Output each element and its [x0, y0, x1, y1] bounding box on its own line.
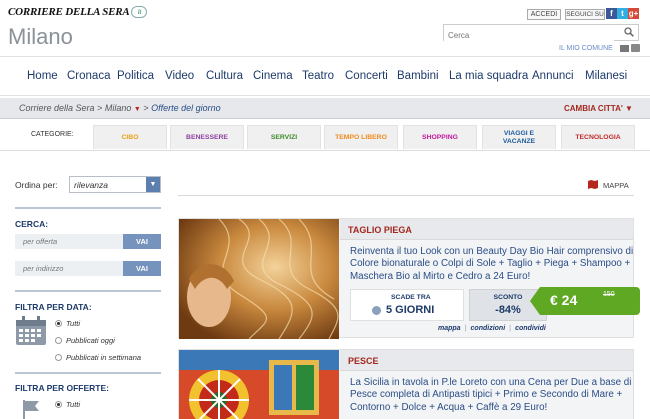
radio-pubblicati-oggi[interactable]: Pubblicati oggi: [55, 336, 115, 345]
category-bar: CATEGORIE: CIBO BENESSERE SERVIZI TEMPO LIB…: [0, 121, 650, 151]
nav-politica[interactable]: Politica: [117, 70, 154, 82]
offerta-input[interactable]: [15, 234, 123, 249]
filtra-offerte-heading: FILTRA PER OFFERTE:: [15, 383, 109, 393]
search-box: [443, 24, 639, 43]
scade-box: SCADE TRA 5 GIORNI: [350, 289, 464, 321]
breadcrumb-corriere[interactable]: Corriere della Sera: [19, 103, 95, 113]
offer-image-sicily[interactable]: [179, 350, 339, 419]
main-nav: Home Cronaca Politica Video Cultura Cine…: [0, 56, 650, 96]
vai-button[interactable]: VAI: [123, 261, 161, 276]
card-links: mappa | condizioni | condividi: [438, 325, 546, 332]
sort-select[interactable]: rilevanza ▼: [69, 176, 161, 193]
nav-home[interactable]: Home: [27, 70, 58, 82]
page: CORRIERE DELLA SERA it Milano ACCEDI SEG…: [0, 0, 650, 419]
mappa-link[interactable]: MAPPA: [603, 181, 629, 190]
search-icon[interactable]: [624, 27, 634, 37]
radio-dot[interactable]: [55, 354, 62, 361]
vai-button[interactable]: VAI: [123, 234, 161, 249]
facebook-icon[interactable]: f: [606, 8, 617, 19]
indirizzo-input[interactable]: [15, 261, 123, 276]
radio-dot[interactable]: [55, 320, 62, 327]
calendar-icon: [16, 316, 46, 345]
sort-label: Ordina per:: [15, 180, 58, 190]
price-tip: [530, 287, 540, 315]
category-tab-tecnologia[interactable]: TECNOLOGIA: [561, 125, 635, 149]
cerca-heading: CERCA:: [15, 219, 49, 229]
radio-pubblicati-settimana[interactable]: Pubblicati in settimana: [55, 353, 141, 362]
nav-video[interactable]: Video: [165, 70, 194, 82]
seguici-su-label: SEGUICI SU: [565, 9, 605, 20]
milano-dropdown-icon[interactable]: ▼: [134, 106, 141, 113]
offer-body: PESCE La Sicilia in tavola in P.le Loret…: [340, 350, 633, 419]
mio-comune-link[interactable]: IL MIO COMUNE: [559, 45, 613, 52]
breadcrumb: Corriere della Sera > Milano ▼ > Offerte…: [0, 98, 650, 119]
google-plus-icon[interactable]: g+: [628, 8, 639, 19]
nav-bambini[interactable]: Bambini: [397, 70, 439, 82]
scade-label: SCADE TRA: [391, 294, 431, 301]
price-button[interactable]: € 24 150: [530, 287, 640, 315]
offer-title[interactable]: PESCE: [340, 350, 633, 371]
breadcrumb-separator: >: [97, 103, 103, 113]
offer-card: PESCE La Sicilia in tavola in P.le Loret…: [178, 349, 634, 419]
radio-tutti-offerte[interactable]: Tutti: [55, 400, 80, 409]
divider: [15, 290, 161, 292]
offer-body: TAGLIO PIEGA Reinventa il tuo Look con u…: [340, 219, 640, 339]
search-input[interactable]: [444, 28, 614, 43]
cambia-citta-link[interactable]: CAMBIA CITTA' ▼: [564, 104, 633, 113]
corriere-logo[interactable]: CORRIERE DELLA SERA it: [8, 6, 148, 19]
filtra-data-heading: FILTRA PER DATA:: [15, 302, 92, 312]
city-title: Milano: [8, 24, 73, 49]
nav-annunci[interactable]: Annunci: [532, 70, 574, 82]
accedi-button[interactable]: ACCEDI: [527, 9, 561, 20]
scade-value: 5 GIORNI: [386, 304, 435, 316]
offer-card: TAGLIO PIEGA Reinventa il tuo Look con u…: [178, 218, 640, 339]
category-tab-servizi[interactable]: SERVIZI: [247, 125, 321, 149]
breadcrumb-offerte: Offerte del giorno: [151, 103, 221, 113]
offer-description[interactable]: Reinventa il tuo Look con un Beauty Day …: [350, 246, 635, 283]
header: CORRIERE DELLA SERA it Milano ACCEDI SEG…: [0, 0, 650, 56]
clock-icon: [372, 306, 381, 315]
category-tab-shopping[interactable]: SHOPPING: [403, 125, 477, 149]
category-tab-cibo[interactable]: CIBO: [93, 125, 167, 149]
radio-dot[interactable]: [55, 401, 62, 408]
sort-value: rilevanza: [74, 180, 109, 190]
chevron-down-icon[interactable]: ▼: [146, 177, 160, 192]
nav-cronaca[interactable]: Cronaca: [67, 70, 110, 82]
offer-title[interactable]: TAGLIO PIEGA: [340, 219, 633, 240]
twitter-icon[interactable]: t: [617, 8, 628, 19]
offer-image-hair[interactable]: [179, 219, 339, 339]
categorie-label: CATEGORIE:: [31, 131, 74, 138]
category-tab-viaggi-e-vacanze[interactable]: VIAGGI E VACANZE: [482, 125, 556, 149]
nav-teatro[interactable]: Teatro: [302, 70, 334, 82]
breadcrumb-separator: >: [143, 103, 149, 113]
rss-icon[interactable]: [631, 44, 640, 52]
indirizzo-search: VAI: [15, 261, 161, 276]
price-old: 150: [603, 291, 615, 298]
divider: [15, 207, 161, 209]
nav-la-mia-squadra[interactable]: La mia squadra: [449, 70, 528, 82]
offerta-search: VAI: [15, 234, 161, 249]
category-tab-benessere[interactable]: BENESSERE: [170, 125, 244, 149]
nav-concerti[interactable]: Concerti: [345, 70, 388, 82]
divider: [178, 195, 634, 196]
nav-cinema[interactable]: Cinema: [253, 70, 293, 82]
category-tab-tempo-libero[interactable]: TEMPO LIBERO: [324, 125, 398, 149]
divider: [15, 372, 161, 374]
breadcrumb-milano[interactable]: Milano: [105, 103, 132, 113]
offer-description[interactable]: La Sicilia in tavola in P.le Loreto con …: [350, 377, 635, 414]
radio-tutti-data[interactable]: Tutti: [55, 319, 80, 328]
price-now: € 24: [550, 292, 578, 308]
map-icon[interactable]: [588, 180, 598, 189]
mail-icon[interactable]: [620, 45, 629, 52]
condizioni-link[interactable]: condizioni: [471, 325, 506, 332]
nav-milanesi[interactable]: Milanesi: [585, 70, 627, 82]
radio-dot[interactable]: [55, 337, 62, 344]
nav-cultura[interactable]: Cultura: [206, 70, 243, 82]
logo-badge: it: [131, 6, 148, 19]
flag-icon: [23, 400, 39, 419]
condividi-link[interactable]: condividi: [515, 325, 546, 332]
mappa-link[interactable]: mappa: [438, 325, 461, 332]
